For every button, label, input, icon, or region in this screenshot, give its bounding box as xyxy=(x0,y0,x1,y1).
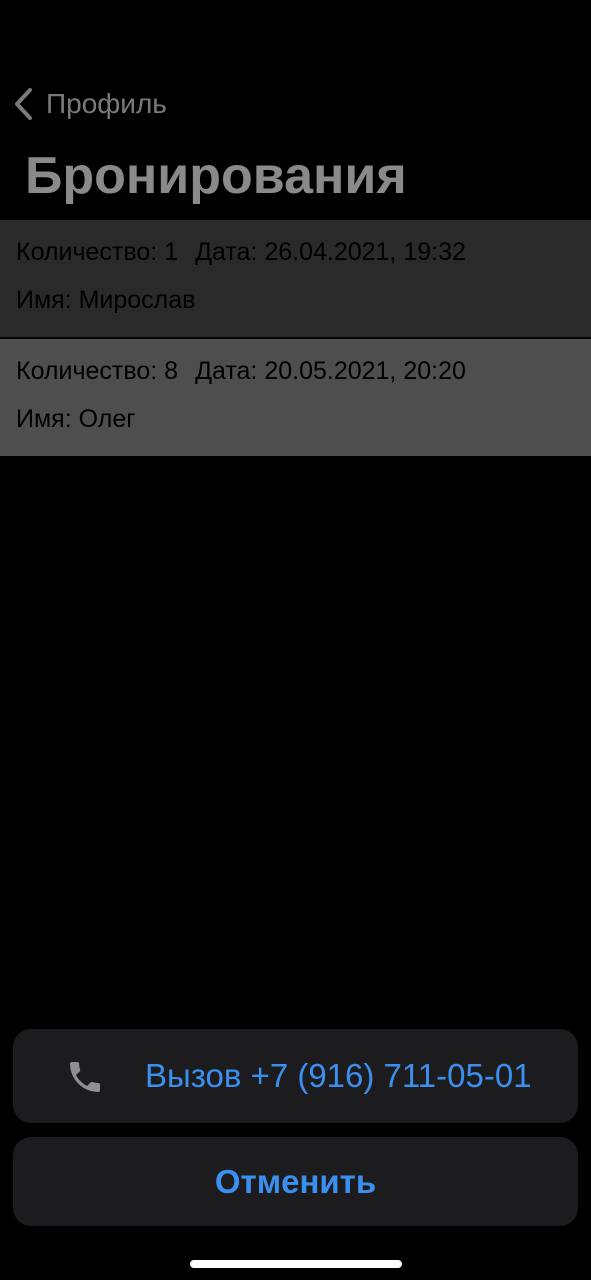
booking-row[interactable]: Количество: 1 Дата: 26.04.2021, 19:32 Имя… xyxy=(0,220,591,337)
booking-name: Имя: Мирослав xyxy=(16,286,196,314)
back-button[interactable]: Профиль xyxy=(12,84,167,124)
page-title: Бронирования xyxy=(25,147,407,205)
cancel-button-label: Отменить xyxy=(214,1162,377,1200)
booking-name: Имя: Олег xyxy=(16,405,136,433)
booking-date: Дата: 20.05.2021, 20:20 xyxy=(195,357,466,385)
cancel-button[interactable]: Отменить xyxy=(13,1137,578,1226)
back-button-label: Профиль xyxy=(46,88,167,119)
booking-quantity: Количество: 8 xyxy=(16,357,179,385)
chevron-left-icon xyxy=(12,84,42,124)
phone-icon xyxy=(65,1057,105,1097)
booking-date: Дата: 26.04.2021, 19:32 xyxy=(195,238,466,266)
booking-quantity: Количество: 1 xyxy=(16,238,179,266)
call-button-label: Вызов +7 (916) 711-05-01 xyxy=(145,1057,532,1094)
booking-row[interactable]: Количество: 8 Дата: 20.05.2021, 20:20 Имя… xyxy=(0,339,591,456)
home-indicator[interactable] xyxy=(190,1260,402,1268)
bookings-list: Количество: 1 Дата: 26.04.2021, 19:32 Имя… xyxy=(0,220,591,456)
call-button[interactable]: Вызов +7 (916) 711-05-01 xyxy=(13,1029,578,1123)
